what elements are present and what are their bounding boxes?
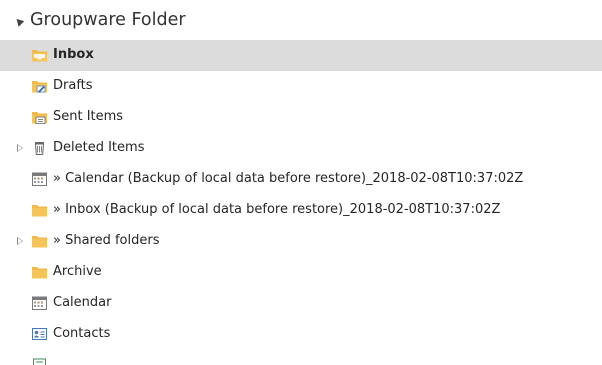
expand-arrow-icon[interactable] (17, 237, 23, 245)
folder-item-drafts[interactable]: Drafts (0, 71, 602, 102)
folder-icon (31, 202, 48, 218)
journal-folder-icon (31, 357, 48, 365)
folder-label: Sent Items (53, 109, 124, 124)
folder-label: » Calendar (Backup of local data before … (53, 171, 524, 186)
folder-item-contacts[interactable]: Contacts (0, 319, 602, 350)
folder-icon (31, 264, 48, 280)
contacts-folder-icon (31, 326, 48, 342)
sent-items-folder-icon (31, 109, 48, 125)
expand-arrow-icon[interactable] (17, 144, 23, 152)
folder-item-deleted-items[interactable]: Deleted Items (0, 133, 602, 164)
folder-label: Calendar (53, 295, 112, 310)
groupware-folder-header[interactable]: Groupware Folder (0, 0, 602, 40)
folder-label: » Shared folders (53, 233, 160, 248)
group-title: Groupware Folder (30, 10, 186, 30)
folder-item-inbox[interactable]: Inbox (0, 40, 602, 71)
folder-label: Deleted Items (53, 140, 145, 155)
folder-item-inbox-backup[interactable]: » Inbox (Backup of local data before res… (0, 195, 602, 226)
folder-label: Inbox (53, 47, 94, 62)
calendar-folder-icon (31, 171, 48, 187)
folder-item-shared-folders[interactable]: » Shared folders (0, 226, 602, 257)
folder-item-archive[interactable]: Archive (0, 257, 602, 288)
calendar-folder-icon (31, 295, 48, 311)
folder-label: Archive (53, 264, 102, 279)
folder-item-calendar[interactable]: Calendar (0, 288, 602, 319)
folder-label: Contacts (53, 326, 111, 341)
folder-item-calendar-backup[interactable]: » Calendar (Backup of local data before … (0, 164, 602, 195)
folder-label: Drafts (53, 78, 93, 93)
folder-item-sent-items[interactable]: Sent Items (0, 102, 602, 133)
drafts-folder-icon (31, 78, 48, 94)
folder-pane: Groupware Folder Inbox Drafts Sent Items… (0, 0, 602, 365)
folder-item-partial[interactable] (0, 350, 602, 365)
collapse-arrow-icon[interactable] (13, 16, 25, 27)
folder-icon (31, 233, 48, 249)
inbox-folder-icon (31, 47, 48, 63)
folder-label: » Inbox (Backup of local data before res… (53, 202, 501, 217)
deleted-items-trash-icon (31, 140, 48, 156)
